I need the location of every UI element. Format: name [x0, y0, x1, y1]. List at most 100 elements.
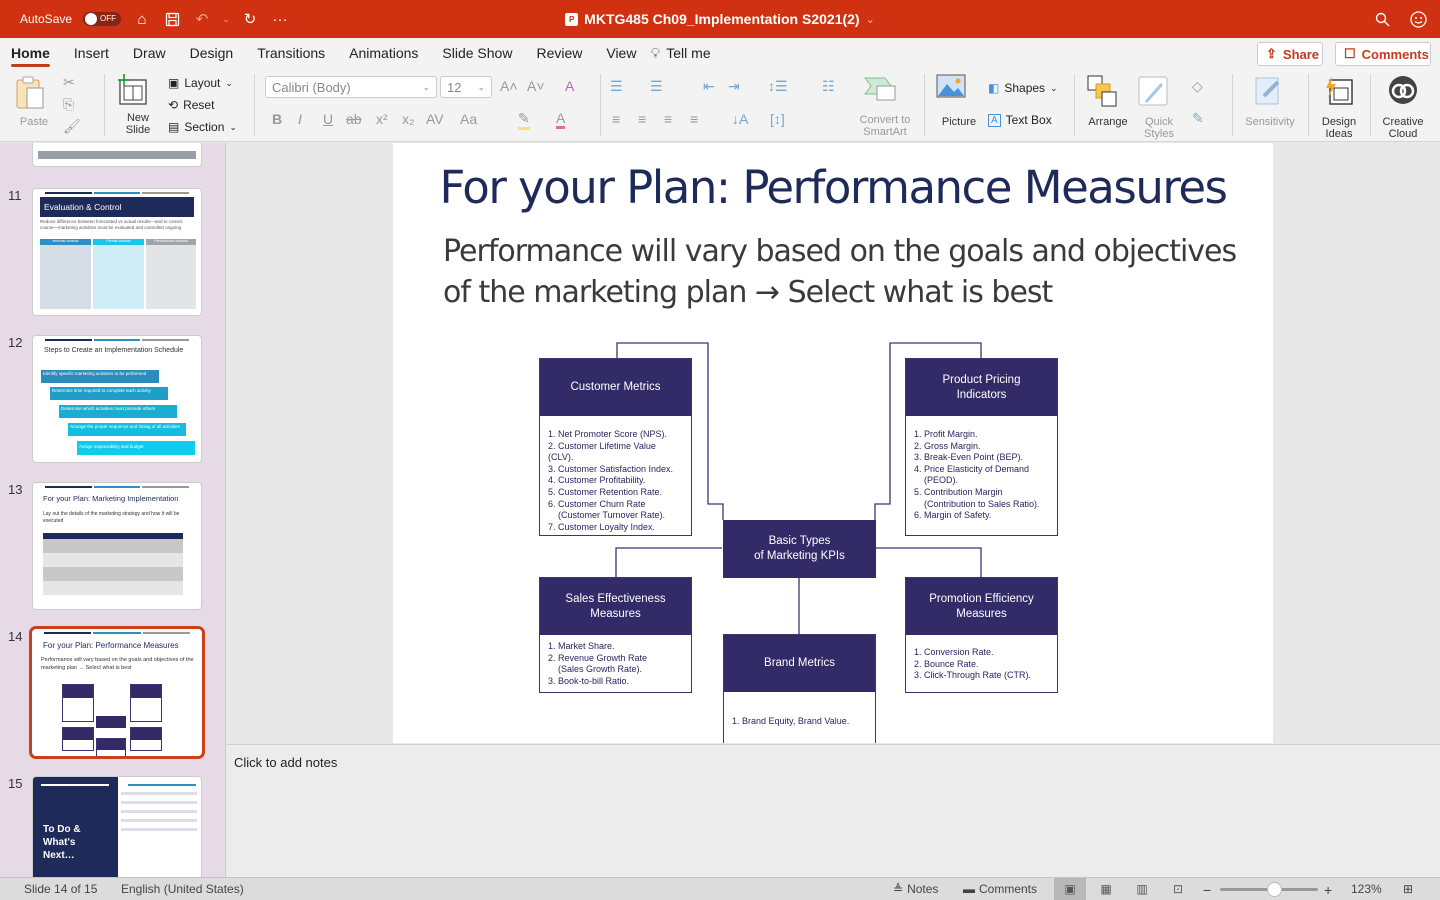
change-case-button[interactable]: Aa	[460, 111, 477, 127]
convert-smartart-button[interactable]: Convert to SmartArt	[855, 74, 915, 138]
kpi-box-brand-metrics[interactable]: Brand Metrics 1. Brand Equity, Brand Val…	[723, 634, 876, 743]
language-indicator[interactable]: English (United States)	[121, 882, 244, 896]
increase-font-icon[interactable]: A˄	[500, 78, 518, 94]
font-size-select[interactable]: 12 ⌄	[440, 76, 492, 98]
slide-thumbnail-13[interactable]: For your Plan: Marketing Implementation …	[32, 482, 202, 610]
reset-button[interactable]: ⟲ Reset	[168, 98, 214, 112]
sensitivity-button[interactable]: Sensitivity	[1240, 74, 1300, 136]
section-button[interactable]: ▤ Section ⌄	[168, 120, 237, 134]
clear-formatting-icon[interactable]: A	[565, 78, 574, 94]
slide-sorter-button[interactable]: ▦	[1090, 878, 1122, 900]
tab-home[interactable]: Home	[11, 38, 64, 68]
design-ideas-button[interactable]: Design Ideas	[1316, 74, 1362, 140]
zoom-out-button[interactable]: −	[1203, 882, 1211, 898]
bold-button[interactable]: B	[272, 111, 282, 127]
arrange-button[interactable]: Arrange	[1086, 74, 1130, 136]
autosave-toggle[interactable]: OFF	[82, 11, 123, 27]
shape-outline-icon[interactable]: ✎	[1192, 110, 1204, 127]
slide[interactable]: For your Plan: Performance Measures Perf…	[393, 143, 1273, 743]
slide-thumbnail-15[interactable]: To Do & What's Next…	[32, 776, 202, 877]
zoom-in-button[interactable]: +	[1324, 882, 1332, 898]
zoom-level[interactable]: 123%	[1351, 882, 1382, 896]
slide-canvas[interactable]: For your Plan: Performance Measures Perf…	[227, 143, 1440, 743]
reading-view-button[interactable]: ▥	[1126, 878, 1158, 900]
text-direction-icon[interactable]: ↓A	[732, 111, 748, 127]
notes-placeholder[interactable]: Click to add notes	[234, 755, 337, 770]
tab-design[interactable]: Design	[190, 38, 248, 68]
undo-icon[interactable]: ↶	[192, 9, 212, 29]
copy-icon[interactable]: ⎘	[63, 96, 74, 113]
tab-transitions[interactable]: Transitions	[257, 38, 339, 68]
layout-button[interactable]: ▣ Layout ⌄	[168, 76, 233, 90]
kpi-center-node[interactable]: Basic Types of Marketing KPIs	[723, 520, 876, 578]
font-color-icon[interactable]: A	[556, 110, 566, 129]
superscript-button[interactable]: x²	[376, 111, 388, 127]
slide-thumbnail-10[interactable]	[32, 143, 202, 167]
more-icon[interactable]: ···	[270, 9, 290, 29]
tab-view[interactable]: View	[606, 38, 650, 68]
normal-view-button[interactable]: ▣	[1054, 878, 1086, 900]
line-spacing-icon[interactable]: ↕☰	[768, 78, 788, 95]
character-spacing-button[interactable]: AV	[426, 111, 444, 127]
share-button[interactable]: ⇪ Share	[1257, 42, 1323, 66]
tab-insert[interactable]: Insert	[74, 38, 123, 68]
columns-icon[interactable]: ☷	[822, 78, 835, 95]
slide-thumbnail-14[interactable]: For your Plan: Performance Measures Perf…	[29, 626, 205, 759]
decrease-indent-icon[interactable]: ⇤	[703, 78, 715, 95]
slide-thumbnail-12[interactable]: Steps to Create an Implementation Schedu…	[32, 335, 202, 463]
font-name-select[interactable]: Calibri (Body) ⌄	[265, 76, 437, 98]
search-icon[interactable]	[1372, 9, 1392, 29]
kpi-box-product-pricing[interactable]: Product Pricing Indicators 1. Profit Mar…	[905, 358, 1058, 536]
home-icon[interactable]: ⌂	[132, 9, 152, 29]
align-center-icon[interactable]: ≡	[638, 111, 646, 127]
tab-slide-show[interactable]: Slide Show	[442, 38, 526, 68]
slide-show-button[interactable]: ⊡	[1162, 878, 1194, 900]
slide-thumbnail-panel[interactable]: 11 Evaluation & Control Reduce differenc…	[0, 143, 226, 877]
comments-button[interactable]: ☐ Comments	[1335, 42, 1431, 66]
slide-thumbnail-11[interactable]: Evaluation & Control Reduce difference b…	[32, 188, 202, 316]
decrease-font-icon[interactable]: A˅	[527, 78, 545, 94]
quick-styles-button[interactable]: Quick Styles	[1136, 74, 1182, 140]
notes-toggle-button[interactable]: ≜ Notes	[893, 882, 938, 896]
save-icon[interactable]	[162, 9, 182, 29]
align-right-icon[interactable]: ≡	[664, 111, 672, 127]
notes-pane[interactable]: Click to add notes	[227, 744, 1440, 877]
undo-dropdown-icon[interactable]: ⌄	[222, 9, 230, 29]
slide-counter: Slide 14 of 15	[24, 882, 98, 896]
kpi-box-customer-metrics[interactable]: Customer Metrics 1. Net Promoter Score (…	[539, 358, 692, 536]
fit-to-window-icon[interactable]: ⊞	[1403, 882, 1413, 896]
underline-button[interactable]: U	[323, 111, 333, 127]
new-slide-button[interactable]: New Slide	[116, 74, 160, 136]
creative-cloud-button[interactable]: Creative Cloud	[1378, 74, 1428, 140]
increase-indent-icon[interactable]: ⇥	[728, 78, 740, 95]
subscript-button[interactable]: x₂	[402, 111, 414, 127]
tell-me-search[interactable]: 💡︎ Tell me	[650, 38, 724, 68]
status-bar: Slide 14 of 15 English (United States) ≜…	[0, 877, 1440, 900]
kpi-box-promotion-efficiency[interactable]: Promotion Efficiency Measures 1. Convers…	[905, 577, 1058, 693]
tab-animations[interactable]: Animations	[349, 38, 432, 68]
italic-button[interactable]: I	[298, 111, 302, 127]
tab-draw[interactable]: Draw	[133, 38, 180, 68]
align-text-icon[interactable]: [↕]	[770, 111, 785, 127]
cut-icon[interactable]: ✂	[63, 74, 75, 91]
align-left-icon[interactable]: ≡	[612, 111, 620, 127]
redo-icon[interactable]: ↻	[240, 9, 260, 29]
tab-review[interactable]: Review	[536, 38, 596, 68]
format-painter-icon[interactable]: 🖌︎	[63, 118, 81, 135]
shapes-icon: ◧	[988, 81, 1000, 95]
justify-icon[interactable]: ≡	[690, 111, 698, 127]
zoom-slider-handle[interactable]	[1266, 882, 1282, 897]
strikethrough-button[interactable]: ab	[346, 111, 362, 127]
paste-button[interactable]: Paste	[12, 74, 56, 136]
numbering-icon[interactable]: ☰	[650, 78, 663, 95]
comments-toggle-button[interactable]: ▬ Comments	[963, 882, 1037, 896]
share-icon: ⇪	[1266, 46, 1277, 61]
shape-fill-icon[interactable]: ◇	[1192, 78, 1203, 95]
smiley-feedback-icon[interactable]	[1408, 9, 1428, 29]
picture-button[interactable]: Picture	[936, 74, 982, 136]
bullets-icon[interactable]: ☰	[610, 78, 623, 95]
highlight-icon[interactable]: ✎	[518, 110, 530, 130]
kpi-box-sales-effectiveness[interactable]: Sales Effectiveness Measures 1. Market S…	[539, 577, 692, 693]
text-box-button[interactable]: A Text Box	[988, 113, 1052, 127]
shapes-button[interactable]: ◧ Shapes ⌄	[988, 81, 1058, 95]
